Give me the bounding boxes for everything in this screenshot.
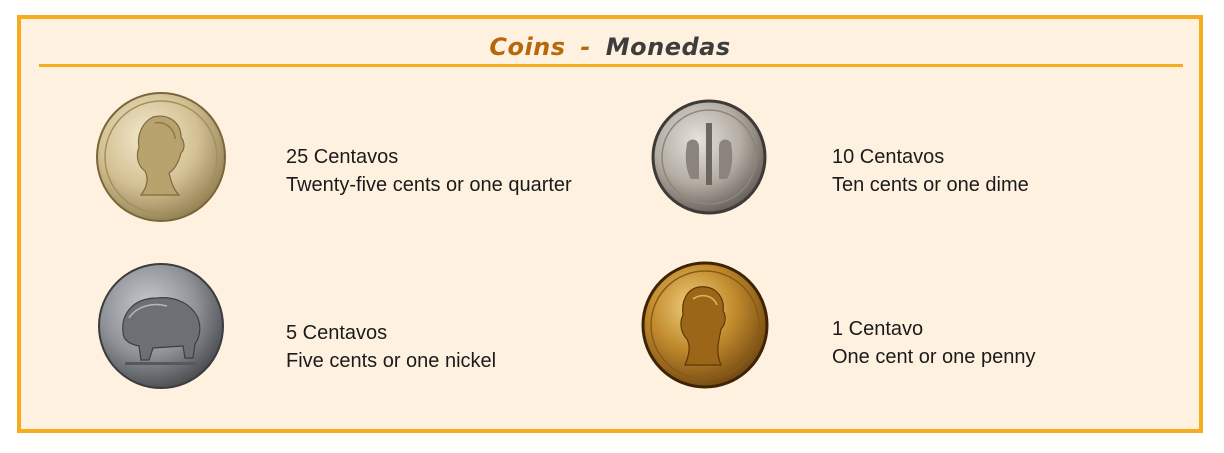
coins-panel: Coins - Monedas 25 Centavos Twenty-five … (17, 15, 1203, 433)
quarter-spanish-label: 25 Centavos (286, 146, 399, 168)
nickel-caption: 5 Centavos Five cents or one nickel (286, 319, 496, 375)
nickel-english-label: Five cents or one nickel (286, 350, 497, 372)
nickel-spanish-label: 5 Centavos (286, 322, 388, 344)
title-spanish: Monedas (605, 33, 731, 61)
page-title: Coins - Monedas (21, 32, 1199, 62)
dime-spanish-label: 10 Centavos (832, 146, 945, 168)
penny-caption: 1 Centavo One cent or one penny (832, 315, 1035, 371)
quarter-english-label: Twenty-five cents or one quarter (286, 174, 572, 196)
title-english: Coins (489, 33, 566, 61)
quarter-caption: 25 Centavos Twenty-five cents or one qua… (286, 143, 572, 199)
title-underline (39, 64, 1183, 67)
penny-coin-icon (641, 261, 769, 389)
dime-english-label: Ten cents or one dime (832, 174, 1029, 196)
penny-spanish-label: 1 Centavo (832, 318, 924, 340)
penny-english-label: One cent or one penny (832, 346, 1036, 368)
title-separator: - (580, 33, 591, 61)
dime-caption: 10 Centavos Ten cents or one dime (832, 143, 1029, 199)
quarter-coin-icon (95, 91, 227, 223)
dime-coin-icon (651, 99, 767, 215)
nickel-coin-icon (97, 262, 225, 390)
